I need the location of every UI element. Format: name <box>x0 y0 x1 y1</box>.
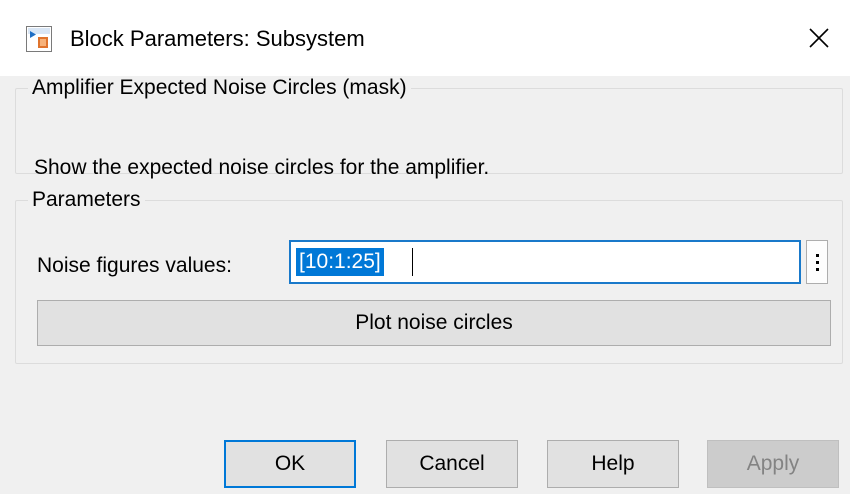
vertical-ellipsis-icon <box>815 253 819 271</box>
text-caret <box>412 248 413 276</box>
parameters-group-legend: Parameters <box>32 188 141 211</box>
plot-noise-circles-button[interactable]: Plot noise circles <box>37 300 831 346</box>
mask-group-legend: Amplifier Expected Noise Circles (mask) <box>32 76 407 99</box>
more-options-button[interactable] <box>806 240 828 284</box>
apply-button[interactable]: Apply <box>707 440 839 488</box>
close-icon <box>809 28 829 48</box>
simulink-block-icon <box>26 26 52 52</box>
block-parameters-dialog: Block Parameters: Subsystem Amplifier Ex… <box>0 0 850 494</box>
mask-description-text: Show the expected noise circles for the … <box>34 156 490 179</box>
noise-figures-value: [10:1:25] <box>296 248 384 276</box>
noise-figures-label: Noise figures values: <box>37 254 232 277</box>
ok-button[interactable]: OK <box>224 440 356 488</box>
window-title: Block Parameters: Subsystem <box>70 26 365 51</box>
noise-figures-input[interactable]: [10:1:25] <box>289 240 801 284</box>
title-bar: Block Parameters: Subsystem <box>0 0 850 76</box>
cancel-button[interactable]: Cancel <box>386 440 518 488</box>
close-button[interactable] <box>788 0 850 76</box>
mask-description-group: Amplifier Expected Noise Circles (mask) … <box>15 74 843 179</box>
help-button[interactable]: Help <box>547 440 679 488</box>
